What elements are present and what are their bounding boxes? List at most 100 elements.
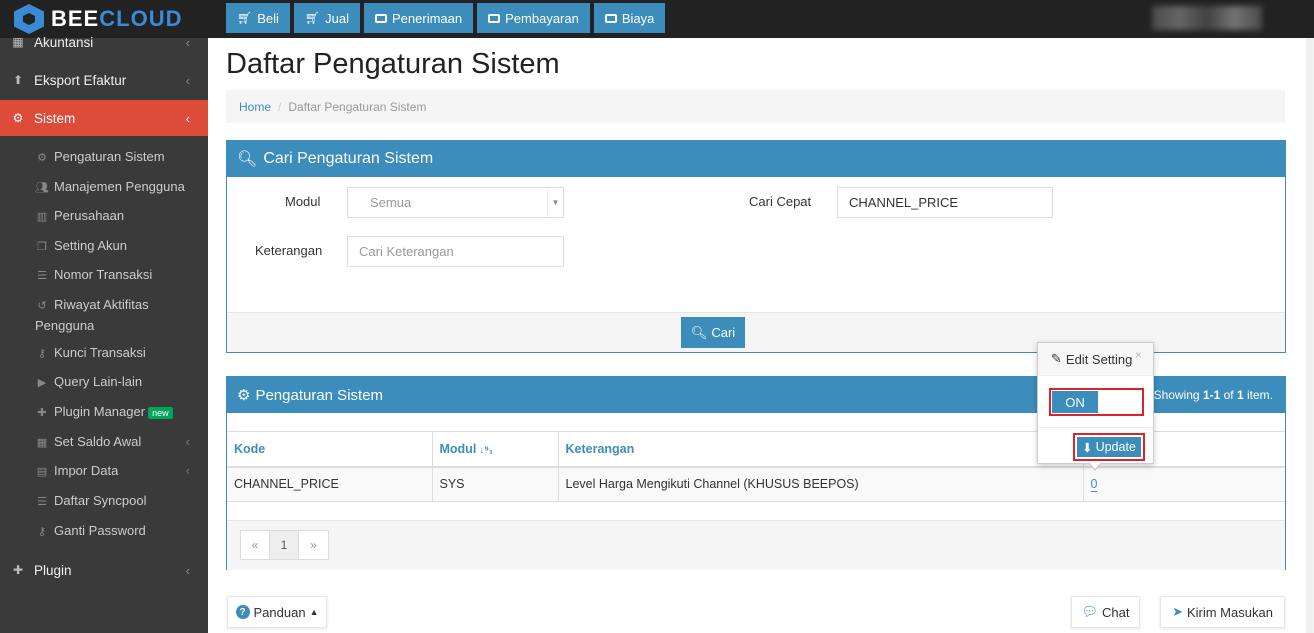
sidebar-subitem-impor-data[interactable]: ▤ Impor Data ‹	[35, 461, 200, 482]
nav-pembayaran-button[interactable]: Pembayaran	[477, 3, 590, 33]
users-icon: 👥︎	[35, 182, 49, 194]
keterangan-input[interactable]: Cari Keterangan	[347, 236, 564, 267]
gear-icon: ⚙	[37, 152, 47, 164]
chevron-down-icon: ▼	[547, 188, 563, 217]
cart-icon: 🛒︎	[304, 11, 321, 25]
sidebar-item-sistem[interactable]: ⚙ Sistem ‹	[0, 100, 216, 136]
chat-button[interactable]: 💬︎ Chat	[1071, 596, 1140, 628]
modul-label: Modul	[285, 194, 321, 209]
update-button-highlight: ⬇ Update	[1073, 433, 1145, 461]
search-icon: 🔍︎	[237, 151, 258, 168]
cari-button[interactable]: 🔍︎ Cari	[681, 317, 745, 348]
column-header-keterangan[interactable]: Keterangan	[558, 431, 1084, 468]
sidebar-subitem-manajemen-pengguna[interactable]: 👥︎ Manajemen Pengguna	[35, 177, 200, 198]
pagination-page-1[interactable]: 1	[270, 531, 299, 559]
table-row: CHANNEL_PRICE SYS Level Harga Mengikuti …	[227, 466, 1285, 502]
sidebar-item-plugin[interactable]: ✚ Plugin ‹	[0, 552, 208, 588]
question-icon: ?	[235, 605, 250, 619]
play-icon: ▶	[37, 377, 47, 389]
puzzle-icon: ✚	[12, 563, 24, 577]
pagination-area: « 1 »	[227, 520, 1285, 570]
toggle-on-label: ON	[1052, 391, 1098, 413]
sidebar: ▦ Akuntansi ‹ ⬆ Eksport Efaktur ‹ ⚙ Sist…	[0, 35, 216, 633]
sidebar-subitem-nomor-transaksi[interactable]: ☰ Nomor Transaksi	[35, 265, 200, 286]
main-content: Daftar Pengaturan Sistem Home / Daftar P…	[208, 38, 1306, 633]
breadcrumb: Home / Daftar Pengaturan Sistem	[226, 90, 1285, 123]
import-icon: ▤	[36, 466, 48, 478]
search-panel-header: 🔍︎ Cari Pengaturan Sistem	[227, 141, 1285, 177]
nav-penerimaan-button[interactable]: Penerimaan	[364, 3, 474, 33]
search-panel: 🔍︎ Cari Pengaturan Sistem Modul Semua ▼ …	[226, 140, 1286, 353]
list-icon: ☰	[37, 270, 47, 282]
sidebar-item-akuntansi[interactable]: ▦ Akuntansi ‹	[0, 24, 208, 60]
cari-cepat-label: Cari Cepat	[749, 194, 812, 209]
sidebar-subitem-riwayat-aktifitas[interactable]: ↺ Riwayat Aktifitas Pengguna	[35, 295, 200, 335]
sidebar-subitem-perusahaan[interactable]: ▥ Perusahaan	[35, 206, 200, 227]
popover-footer: ⬇ Update	[1038, 427, 1153, 464]
sidebar-subitem-query-lain-lain[interactable]: ▶ Query Lain-lain	[35, 372, 200, 393]
money-icon	[375, 13, 388, 23]
top-nav: 🛒︎ Beli 🛒︎ Jual Penerimaan Pembayaran Biay…	[226, 3, 666, 33]
chevron-up-icon: ▲	[309, 607, 319, 617]
puzzle-icon: ✚	[37, 407, 47, 419]
on-off-toggle[interactable]: ON	[1049, 388, 1144, 416]
pagination-prev[interactable]: «	[241, 531, 270, 559]
cell-kode: CHANNEL_PRICE	[227, 466, 433, 502]
new-badge: new	[148, 407, 173, 419]
close-icon[interactable]: ×	[1135, 348, 1142, 362]
breadcrumb-home-link[interactable]: Home	[239, 100, 271, 114]
sidebar-subitem-set-saldo-awal[interactable]: ▦ Set Saldo Awal ‹	[35, 432, 200, 453]
chevron-left-icon: ‹	[185, 34, 190, 50]
building-icon: ▥	[36, 211, 48, 223]
sidebar-item-eksport-efaktur[interactable]: ⬆ Eksport Efaktur ‹	[0, 62, 208, 98]
nav-jual-button[interactable]: 🛒︎ Jual	[293, 3, 361, 33]
breadcrumb-current: Daftar Pengaturan Sistem	[288, 99, 427, 114]
update-button[interactable]: ⬇ Update	[1077, 437, 1141, 457]
column-header-modul[interactable]: Modul ↓⁹₁	[432, 431, 559, 468]
sidebar-subitem-ganti-password[interactable]: ⚷ Ganti Password	[35, 521, 200, 542]
cell-keterangan: Level Harga Mengikuti Channel (KHUSUS BE…	[558, 466, 1084, 502]
cari-cepat-input[interactable]: CHANNEL_PRICE	[837, 187, 1053, 218]
calculator-icon: ▦	[12, 35, 24, 49]
panduan-button[interactable]: ? Panduan ▲	[227, 596, 327, 628]
edit-icon: ✎	[1051, 351, 1062, 366]
kirim-masukan-button[interactable]: ➤ Kirim Masukan	[1160, 596, 1285, 628]
history-icon: ↺	[37, 300, 47, 312]
sidebar-subitem-plugin-manager[interactable]: ✚ Plugin Manager new	[35, 402, 200, 423]
column-header-kode[interactable]: Kode	[227, 431, 433, 468]
user-menu[interactable]	[1152, 6, 1262, 30]
nav-beli-button[interactable]: 🛒︎ Beli	[226, 3, 290, 33]
sidebar-subitem-kunci-transaksi[interactable]: ⚷ Kunci Transaksi	[35, 343, 200, 364]
chevron-left-icon: ‹	[185, 434, 190, 449]
chat-icon: 💬︎	[1081, 604, 1099, 619]
copy-icon: ❐	[37, 241, 47, 253]
sidebar-subitem-pengaturan-sistem[interactable]: ⚙ Pengaturan Sistem	[35, 147, 200, 168]
cell-modul: SYS	[432, 466, 559, 502]
sidebar-subitem-daftar-syncpool[interactable]: ☰ Daftar Syncpool	[35, 491, 200, 512]
nav-biaya-button[interactable]: Biaya	[593, 3, 666, 33]
popover-arrow	[1088, 462, 1102, 471]
breadcrumb-separator: /	[278, 99, 282, 114]
send-icon: ➤	[1172, 604, 1183, 619]
modul-select[interactable]: Semua ▼	[347, 187, 564, 218]
cell-value: 0	[1083, 466, 1285, 502]
sort-icon: ↓⁹₁	[479, 444, 494, 456]
key-icon: ⚷	[37, 348, 47, 360]
chevron-left-icon: ‹	[185, 110, 190, 126]
edit-setting-popover: ✎ Edit Setting × ON ⬇ Update	[1037, 342, 1154, 471]
sidebar-subitem-setting-akun[interactable]: ❐ Setting Akun	[35, 236, 200, 257]
key-icon: ⚷	[37, 526, 47, 538]
pagination-next[interactable]: »	[299, 531, 328, 559]
chevron-left-icon: ‹	[185, 562, 190, 578]
keterangan-label: Keterangan	[255, 243, 323, 258]
vertical-scrollbar[interactable]	[1306, 38, 1314, 633]
pagination: « 1 »	[240, 530, 329, 560]
download-icon: ⬇	[1082, 440, 1093, 455]
list-icon: ☰	[37, 496, 47, 508]
results-summary: Showing 1-1 of 1 item.	[1153, 388, 1273, 402]
chevron-left-icon: ‹	[185, 72, 190, 88]
money-icon	[488, 13, 501, 23]
value-edit-link[interactable]: 0	[1090, 477, 1098, 493]
search-icon: 🔍︎	[690, 324, 708, 340]
gears-icon: ⚙	[237, 387, 251, 404]
